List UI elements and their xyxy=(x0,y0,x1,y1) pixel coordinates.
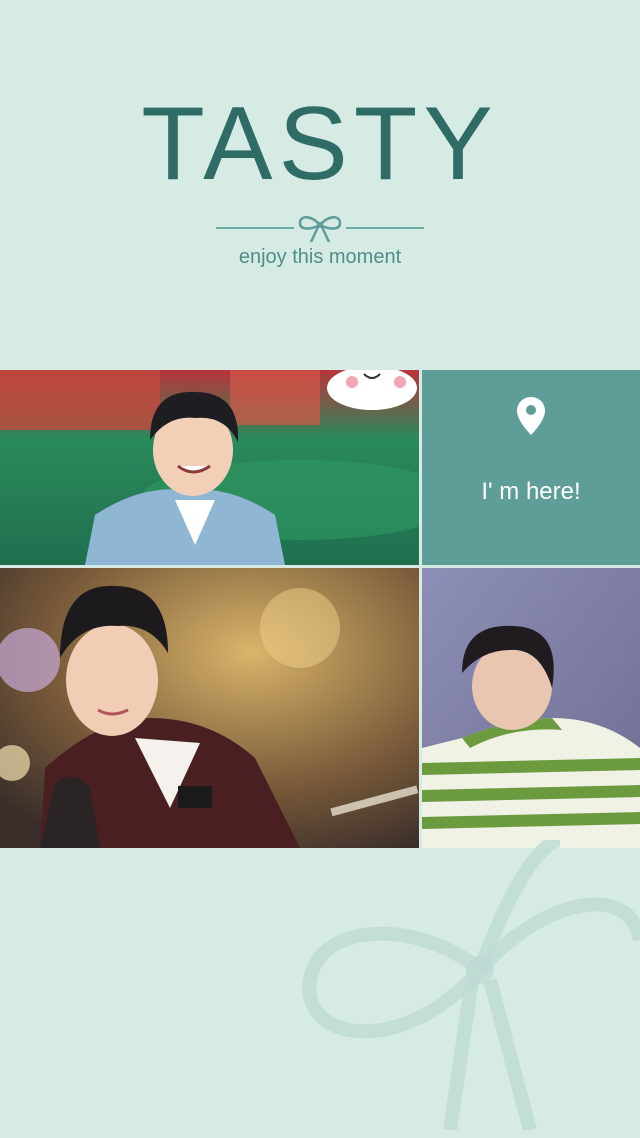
photo-grid: I' m here! xyxy=(0,370,640,848)
photo-stage-smile-image xyxy=(0,370,419,565)
page-title: TASTY xyxy=(141,86,499,202)
page-subtitle: enjoy this moment xyxy=(238,246,402,268)
photo-jacket[interactable] xyxy=(0,568,419,848)
photo-striped-sweater-image xyxy=(422,568,640,848)
bow-watermark-icon xyxy=(302,840,640,1130)
photo-stage-smile[interactable] xyxy=(0,370,419,565)
location-card[interactable]: I' m here! xyxy=(422,370,640,565)
location-text: I' m here! xyxy=(481,478,581,505)
photo-jacket-image xyxy=(0,568,419,848)
bow-icon xyxy=(298,216,342,243)
photo-striped-sweater[interactable] xyxy=(422,568,640,848)
header: TASTY enjoy this moment xyxy=(0,0,640,370)
divider-line-right xyxy=(346,227,424,229)
ribbon-divider xyxy=(216,210,424,246)
divider-line-left xyxy=(216,227,294,229)
map-pin-icon xyxy=(517,397,545,435)
